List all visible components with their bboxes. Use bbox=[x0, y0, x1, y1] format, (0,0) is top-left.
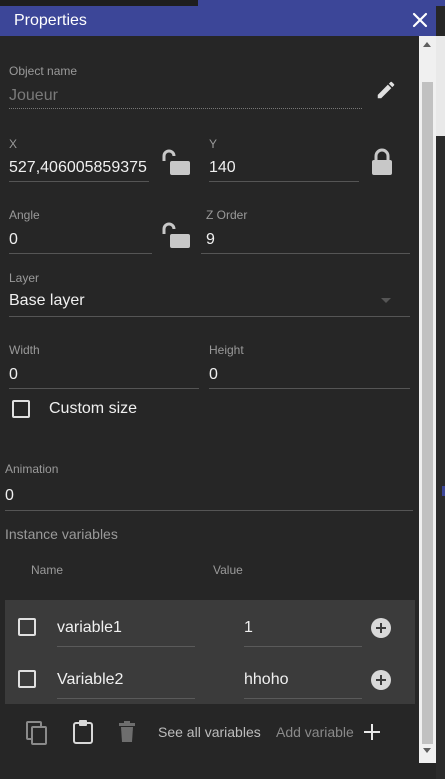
y-input[interactable]: 140 bbox=[209, 159, 236, 177]
height-label: Height bbox=[209, 343, 244, 357]
layer-underline bbox=[9, 316, 410, 317]
variable-name-underline bbox=[57, 646, 195, 647]
animation-underline bbox=[5, 510, 413, 511]
plus-icon[interactable] bbox=[363, 723, 381, 741]
object-name-label: Object name bbox=[9, 64, 78, 78]
table-row: Variable2 hhoho bbox=[5, 654, 415, 706]
row-checkbox[interactable] bbox=[18, 670, 36, 688]
variable-name-underline bbox=[57, 698, 195, 699]
layer-label: Layer bbox=[9, 271, 40, 285]
zorder-label: Z Order bbox=[206, 208, 248, 222]
variable-name-input[interactable]: Variable2 bbox=[57, 671, 123, 689]
variable-value-underline bbox=[244, 698, 362, 699]
zorder-underline bbox=[201, 253, 410, 254]
title-bar: Properties bbox=[0, 6, 436, 36]
close-icon[interactable] bbox=[410, 10, 430, 30]
animation-input[interactable]: 0 bbox=[5, 487, 14, 505]
add-child-icon[interactable] bbox=[371, 670, 391, 690]
instance-variables-table: variable1 1 Variable2 hhoho bbox=[5, 600, 415, 704]
lock-open-icon[interactable] bbox=[160, 149, 192, 177]
custom-size-label: Custom size bbox=[49, 400, 138, 417]
add-variable-button[interactable]: Add variable bbox=[276, 724, 354, 740]
column-header-name: Name bbox=[31, 563, 64, 577]
background-window-fragment bbox=[436, 36, 445, 136]
height-input[interactable]: 0 bbox=[209, 366, 218, 384]
zorder-input[interactable]: 9 bbox=[206, 231, 215, 249]
variable-value-input[interactable]: 1 bbox=[244, 619, 253, 637]
paste-icon[interactable] bbox=[71, 719, 95, 745]
y-label: Y bbox=[209, 137, 218, 151]
x-label: X bbox=[9, 137, 18, 151]
angle-label: Angle bbox=[9, 208, 40, 222]
layer-select[interactable]: Base layer bbox=[9, 292, 85, 310]
row-checkbox[interactable] bbox=[18, 618, 36, 636]
table-row: variable1 1 bbox=[5, 602, 415, 654]
angle-input[interactable]: 0 bbox=[9, 231, 18, 249]
x-input[interactable]: 527,406005859375 bbox=[9, 159, 149, 177]
object-name-field[interactable]: Joueur bbox=[9, 87, 58, 105]
lock-open-icon[interactable] bbox=[160, 222, 192, 250]
y-underline bbox=[209, 181, 359, 182]
trash-icon[interactable] bbox=[117, 721, 137, 743]
see-all-variables-button[interactable]: See all variables bbox=[158, 724, 261, 740]
custom-size-checkbox[interactable] bbox=[12, 400, 30, 418]
lock-icon[interactable] bbox=[368, 147, 396, 177]
scrollbar[interactable] bbox=[419, 36, 436, 763]
height-underline bbox=[209, 388, 410, 389]
instance-variables-heading: Instance variables bbox=[5, 526, 118, 542]
scrollbar-thumb[interactable] bbox=[422, 82, 433, 744]
variable-value-underline bbox=[244, 646, 362, 647]
animation-label: Animation bbox=[5, 462, 59, 476]
x-underline bbox=[9, 181, 149, 182]
angle-underline bbox=[9, 253, 152, 254]
object-name-underline bbox=[9, 108, 362, 109]
add-child-icon[interactable] bbox=[371, 618, 391, 638]
scroll-up-icon[interactable] bbox=[423, 42, 431, 47]
scroll-down-icon[interactable] bbox=[423, 748, 431, 753]
copy-icon[interactable] bbox=[25, 720, 49, 746]
width-input[interactable]: 0 bbox=[9, 366, 18, 384]
panel-title: Properties bbox=[14, 12, 87, 29]
chevron-down-icon[interactable] bbox=[380, 295, 392, 305]
variable-name-input[interactable]: variable1 bbox=[57, 619, 122, 637]
pencil-icon[interactable] bbox=[375, 79, 397, 101]
background-window-edge bbox=[436, 36, 445, 779]
width-label: Width bbox=[9, 343, 40, 357]
column-header-value: Value bbox=[213, 563, 243, 577]
variable-value-input[interactable]: hhoho bbox=[244, 671, 289, 689]
width-underline bbox=[9, 388, 199, 389]
